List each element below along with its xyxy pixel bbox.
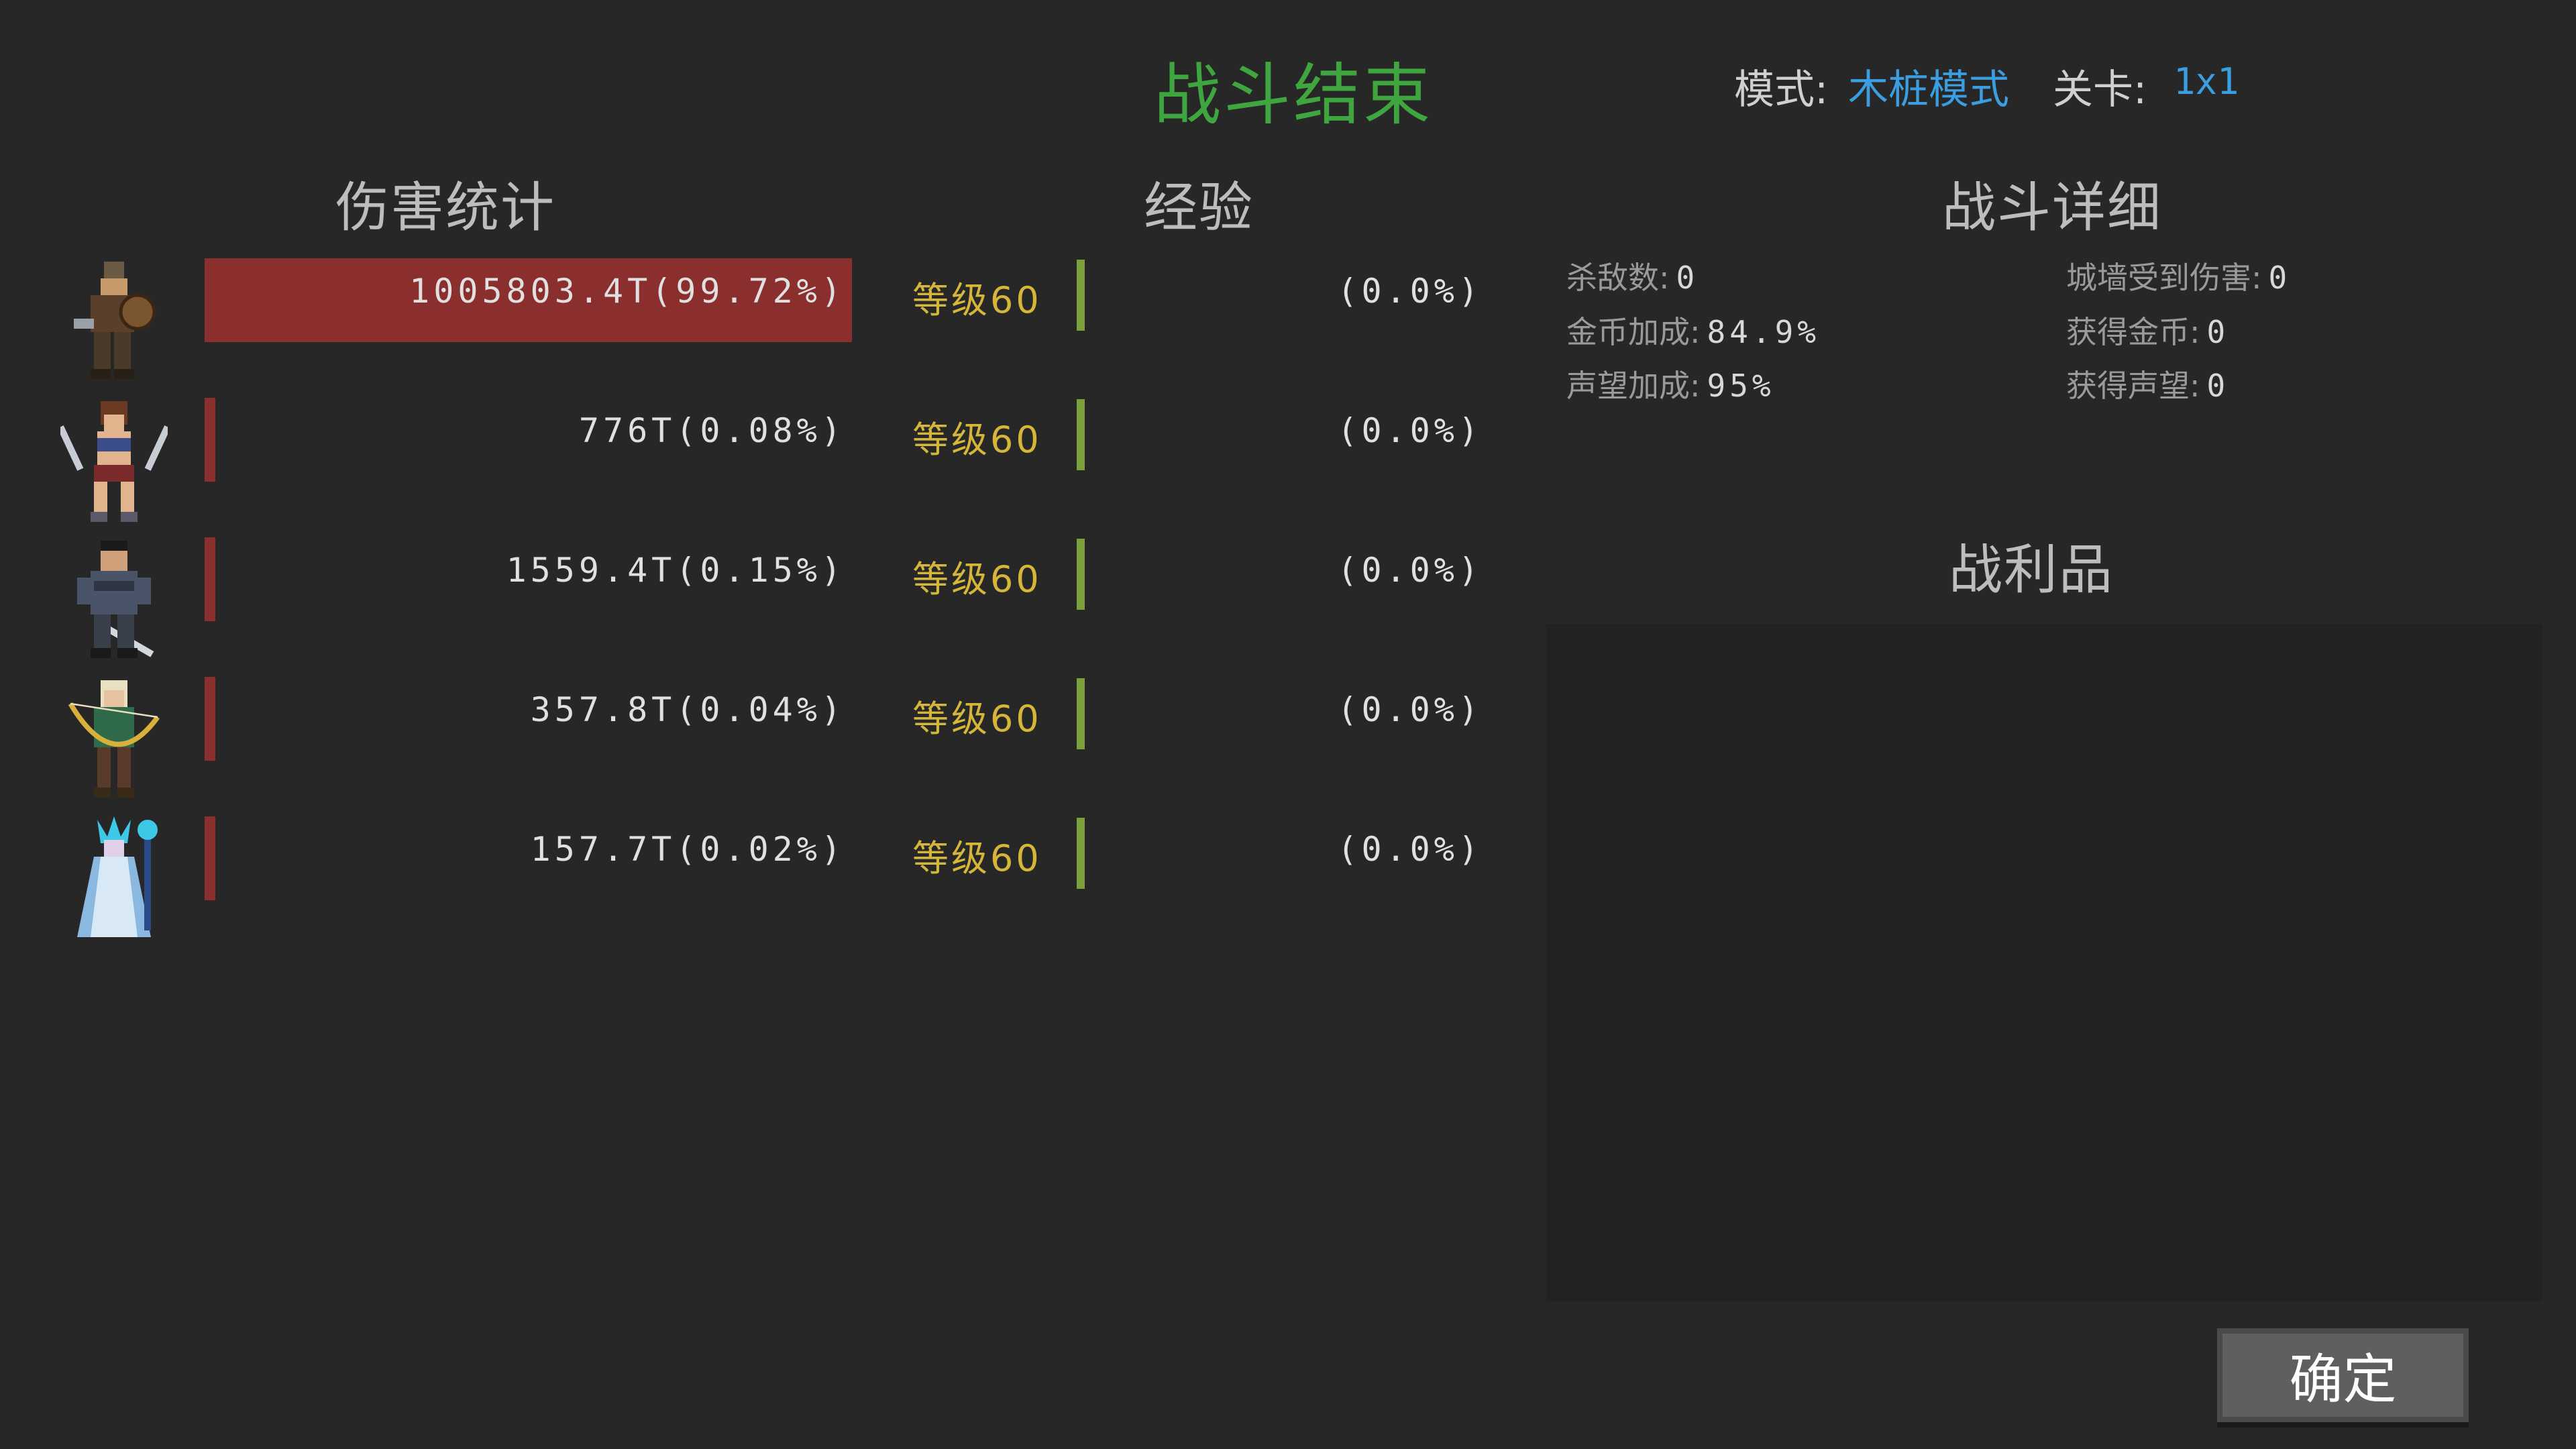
gold-bonus-label: 金币加成: [1566,314,1701,350]
damage-value: 1559.4T(0.15%) [506,551,845,590]
stage-label: 关卡: [2053,66,2147,113]
mode-label: 模式: [1734,66,1829,113]
kills-label: 杀敌数: [1566,260,1670,296]
hero-level: 等级60 [912,419,1042,461]
hero-row: 157.7T(0.02%) 等级60 (0.0%) [0,810,1529,937]
hero-level: 等级60 [912,279,1042,321]
fame-gained-stat: 获得声望: 0 [2066,362,2229,406]
exp-bar [1077,678,1085,749]
swordsman-portrait [77,541,154,658]
exp-value: (0.0%) [1337,830,1483,869]
exp-value: (0.0%) [1337,272,1483,311]
damage-value: 357.8T(0.04%) [530,690,845,729]
warrior-shield-portrait [74,262,156,379]
fame-bonus-label: 声望加成: [1566,368,1701,404]
battle-result-screen: 战斗结束 模式: 木桩模式 关卡: 1x1 伤害统计 经验 战斗详细 10058… [0,0,2576,1449]
exp-value: (0.0%) [1337,551,1483,590]
exp-value: (0.0%) [1337,690,1483,729]
exp-bar [1077,539,1085,610]
damage-bar [205,398,215,482]
damage-value: 1005803.4T(99.72%) [409,272,845,311]
hero-row: 776T(0.08%) 等级60 (0.0%) [0,391,1529,522]
hero-level: 等级60 [912,558,1042,600]
stage-value: 1x1 [2174,60,2239,103]
hero-row: 1559.4T(0.15%) 等级60 (0.0%) [0,531,1529,658]
exp-bar [1077,818,1085,889]
battle-end-title: 战斗结束 [1154,56,1433,134]
experience-header: 经验 [1144,176,1254,239]
wall-damage-value: 0 [2268,260,2292,296]
gold-bonus-value: 84.9% [1707,314,1820,350]
loot-header: 战利品 [1949,539,2114,601]
wall-damage-stat: 城墙受到伤害: 0 [2066,254,2291,298]
hero-row: 357.8T(0.04%) 等级60 (0.0%) [0,670,1529,798]
damage-value: 776T(0.08%) [578,411,845,450]
confirm-button[interactable]: 确定 [2217,1328,2469,1422]
fame-gained-value: 0 [2206,368,2230,404]
gold-gained-stat: 获得金币: 0 [2066,308,2229,352]
wall-damage-label: 城墙受到伤害: [2066,260,2262,296]
kills-stat: 杀敌数: 0 [1566,254,1699,298]
fame-bonus-stat: 声望加成: 95% [1566,362,1775,406]
exp-value: (0.0%) [1337,411,1483,450]
hero-level: 等级60 [912,837,1042,879]
exp-bar [1077,260,1085,331]
gold-bonus-stat: 金币加成: 84.9% [1566,308,1820,352]
hero-row: 1005803.4T(99.72%) 等级60 (0.0%) [0,252,1529,379]
fame-gained-label: 获得声望: [2066,368,2200,404]
mode-value: 木桩模式 [1848,66,2009,113]
damage-bar [205,816,215,900]
damage-bar [205,677,215,761]
kills-value: 0 [1676,260,1699,296]
damage-value: 157.7T(0.02%) [530,830,845,869]
ice-mage-portrait [77,816,158,937]
fame-bonus-value: 95% [1707,368,1775,404]
loot-panel [1546,624,2542,1301]
gold-gained-value: 0 [2206,314,2230,350]
damage-bar [205,537,215,621]
exp-bar [1077,399,1085,470]
hero-level: 等级60 [912,698,1042,740]
dual-blade-woman-portrait [60,401,168,522]
damage-stats-header: 伤害统计 [335,176,555,239]
battle-details-header: 战斗详细 [1942,176,2162,239]
gold-gained-label: 获得金币: [2066,314,2200,350]
elf-archer-portrait [68,680,160,798]
